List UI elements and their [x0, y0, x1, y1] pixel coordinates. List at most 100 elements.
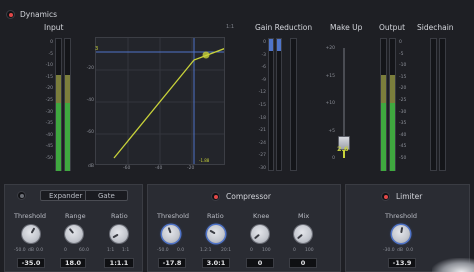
compressor-mix-knob[interactable] [294, 225, 312, 243]
compressor-knee-label: Knee [253, 212, 270, 220]
compressor-knee-knob[interactable] [251, 225, 269, 243]
compressor-mix-value[interactable]: 0 [289, 258, 317, 268]
compressor-mix-label: Mix [298, 212, 310, 220]
output-scale-tick: -15 [399, 74, 407, 80]
compressor-knee-value[interactable]: 0 [246, 258, 274, 268]
limiter-threshold-value[interactable]: -13.9 [388, 258, 416, 268]
compressor-ratio-value[interactable]: 3.0:1 [202, 258, 230, 268]
graph-x-tick: -40 [155, 166, 163, 171]
sidechain-meter-left [430, 38, 437, 171]
graph-y-unit: dB [88, 164, 94, 169]
output-scale-tick: -40 [399, 132, 407, 138]
makeup-tick: +10 [325, 101, 336, 106]
graph-x-tick: -60 [123, 166, 131, 171]
output-meter-left [380, 38, 387, 171]
input-meter-left [55, 38, 62, 171]
compressor-power-button[interactable] [211, 192, 220, 201]
input-meter-right [64, 38, 71, 171]
input-scale-tick: -10 [45, 63, 53, 69]
gain-reduction-tick: -12 [258, 90, 266, 96]
expander-threshold-max: 0.0 [36, 248, 44, 253]
expander-threshold-knob[interactable] [22, 225, 40, 243]
expander-range-label: Range [65, 212, 86, 220]
tab-gate[interactable]: Gate [98, 192, 115, 200]
limiter-threshold-min: -30.0 [383, 248, 395, 253]
expander-threshold-unit: dB [28, 248, 34, 253]
expander-threshold-value[interactable]: -35.0 [17, 258, 45, 268]
graph-y-tick: -60 [86, 130, 94, 135]
expander-ratio-value[interactable]: 1:1.1 [104, 258, 134, 268]
makeup-value: 2.6 [337, 145, 349, 153]
output-scale-tick: 0 [399, 40, 402, 45]
gain-reduction-tick: -24 [258, 140, 266, 146]
expander-threshold-label: Threshold [14, 212, 47, 220]
compressor-knee-min: 0 [250, 248, 253, 253]
compressor-threshold-max: 0.0 [177, 248, 185, 253]
threshold-readout: -1.88 [199, 158, 210, 163]
input-scale-tick: -45 [45, 144, 53, 150]
gain-reduction-tick: -15 [258, 103, 266, 108]
gain-reduction-meter-left [268, 38, 274, 171]
gain-reduction-tick: -21 [258, 128, 266, 134]
output-scale-tick: -25 [399, 98, 407, 103]
expander-range-value[interactable]: 18.0 [60, 258, 86, 268]
gain-reduction-tick: -9 [261, 77, 267, 83]
threshold-marker: 3 [95, 46, 99, 52]
input-scale-tick: -25 [45, 98, 53, 103]
gain-reduction-tick: -27 [258, 153, 266, 159]
input-scale-tick: -15 [45, 74, 53, 80]
gain-reduction-tick: -30 [258, 166, 266, 171]
expander-ratio-min: 1:1 [107, 248, 115, 253]
output-meter-right [389, 38, 396, 171]
output-scale-tick: -10 [399, 63, 407, 69]
output-scale-tick: -20 [399, 86, 407, 92]
expander-ratio-max: 1:1 [122, 248, 130, 253]
graph-x-tick: -20 [187, 166, 195, 171]
compressor-ratio-label: Ratio [207, 212, 224, 220]
expander-gate-power-button[interactable] [17, 191, 26, 200]
ratio-marker: 1:1 [226, 24, 235, 30]
limiter-threshold-knob[interactable] [392, 225, 410, 243]
dynamics-power-button[interactable] [6, 10, 15, 19]
compressor-threshold-value[interactable]: -17.8 [158, 258, 186, 268]
limiter-power-button[interactable] [381, 192, 390, 201]
gain-reduction-meter-right [276, 38, 282, 171]
gain-reduction-label: Gain Reduction [255, 23, 313, 32]
tab-expander[interactable]: Expander [49, 192, 82, 200]
expander-range-knob[interactable] [65, 225, 83, 243]
input-scale-tick: -5 [48, 51, 54, 57]
output-scale-tick: -45 [399, 144, 407, 150]
transfer-curve [113, 48, 224, 159]
compressor-ratio-knob[interactable] [207, 225, 225, 243]
graph-y-tick: -40 [86, 98, 94, 103]
compressor-mix-max: 100 [305, 248, 314, 253]
sidechain-label: Sidechain [417, 23, 454, 32]
input-scale-tick: -20 [45, 86, 53, 92]
expander-gate-toggle: Expander Gate [40, 190, 128, 201]
output-label: Output [379, 23, 406, 32]
compressor-threshold-min: -50.0 [157, 248, 169, 253]
resize-corner-glow [432, 258, 474, 272]
compressor-threshold-label: Threshold [157, 212, 190, 220]
makeup-tick: 0 [332, 156, 335, 161]
input-label: Input [44, 23, 64, 32]
makeup-tick: +20 [325, 46, 336, 51]
transfer-curve-graph[interactable] [95, 37, 225, 165]
gain-reduction-meter-aux [290, 38, 297, 171]
input-scale-tick: -35 [45, 121, 53, 127]
gain-reduction-tick: 0 [263, 40, 266, 45]
makeup-tick: +5 [328, 128, 335, 134]
expander-ratio-knob[interactable] [110, 225, 128, 243]
gain-reduction-tick: -3 [261, 52, 267, 58]
output-scale-tick: -50 [399, 156, 407, 161]
compressor-knee-max: 100 [262, 248, 271, 253]
limiter-threshold-unit: dB [397, 248, 403, 253]
compressor-threshold-knob[interactable] [162, 225, 180, 243]
compressor-ratio-min: 1.2:1 [200, 248, 212, 253]
output-scale-tick: -5 [399, 51, 404, 57]
graph-y-tick: -20 [86, 66, 94, 71]
compressor-ratio-max: 20:1 [221, 248, 232, 253]
dynamics-title: Dynamics [20, 10, 57, 19]
input-scale-tick: -40 [45, 132, 53, 138]
expander-range-min: 0 [64, 248, 67, 253]
